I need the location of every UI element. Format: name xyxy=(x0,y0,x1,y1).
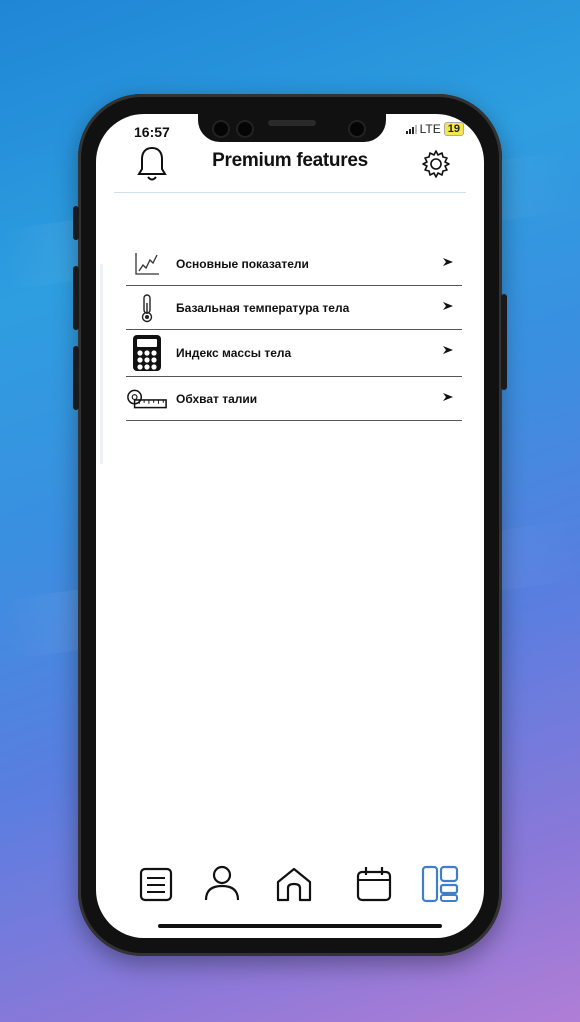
list-item-label: Базальная температура тела xyxy=(176,300,350,315)
chevron-right-icon xyxy=(443,346,453,354)
status-indicators: LTE 19 xyxy=(405,122,464,136)
home-icon xyxy=(276,867,312,902)
volume-up-button xyxy=(73,266,79,330)
thermometer-icon xyxy=(126,288,168,328)
tab-dashboard[interactable] xyxy=(420,864,460,908)
calculator-icon xyxy=(126,333,168,373)
tab-calendar[interactable] xyxy=(354,864,394,908)
notch xyxy=(198,114,386,142)
battery-icon: 19 xyxy=(443,122,464,136)
sensor-icon xyxy=(212,120,230,138)
chevron-right-icon xyxy=(443,393,453,401)
phone-frame: 16:57 LTE 19 Premium features Основные п… xyxy=(73,94,507,956)
list-item-label: Обхват талии xyxy=(176,391,258,406)
front-camera-icon xyxy=(348,120,366,138)
list-item-label: Индекс массы тела xyxy=(176,346,292,360)
signal-icon xyxy=(405,124,417,134)
feature-list: Основные показатели Базальная температур… xyxy=(126,242,462,421)
screen: 16:57 LTE 19 Premium features Основные п… xyxy=(96,114,484,938)
power-button xyxy=(501,294,507,390)
list-item-waist[interactable]: Обхват талии xyxy=(126,377,462,421)
gear-icon[interactable] xyxy=(420,148,452,180)
list-item-label: Основные показатели xyxy=(176,256,309,271)
list-item-main-indicators[interactable]: Основные показатели xyxy=(126,242,462,286)
speaker-grille xyxy=(268,120,316,126)
tab-profile[interactable] xyxy=(202,864,242,908)
header-divider xyxy=(114,192,466,193)
dashboard-icon xyxy=(421,865,459,903)
profile-icon xyxy=(204,865,240,901)
chevron-right-icon xyxy=(443,258,453,266)
tab-list[interactable] xyxy=(138,864,178,908)
chevron-right-icon xyxy=(443,302,453,310)
scroll-track xyxy=(100,264,103,464)
tab-home[interactable] xyxy=(274,864,314,908)
status-time: 16:57 xyxy=(134,124,170,140)
network-label: LTE xyxy=(419,122,441,136)
camera-icon xyxy=(236,120,254,138)
calendar-icon xyxy=(356,867,392,902)
list-item-basal-temperature[interactable]: Базальная температура тела xyxy=(126,286,462,330)
tape-measure-icon xyxy=(126,379,168,419)
mute-switch xyxy=(73,206,79,240)
volume-down-button xyxy=(73,346,79,410)
list-item-bmi[interactable]: Индекс массы тела xyxy=(126,330,462,377)
list-icon xyxy=(139,867,173,902)
chart-line-icon xyxy=(126,244,168,284)
header: Premium features xyxy=(96,144,484,188)
tab-bar xyxy=(96,864,484,914)
home-indicator xyxy=(158,924,442,928)
